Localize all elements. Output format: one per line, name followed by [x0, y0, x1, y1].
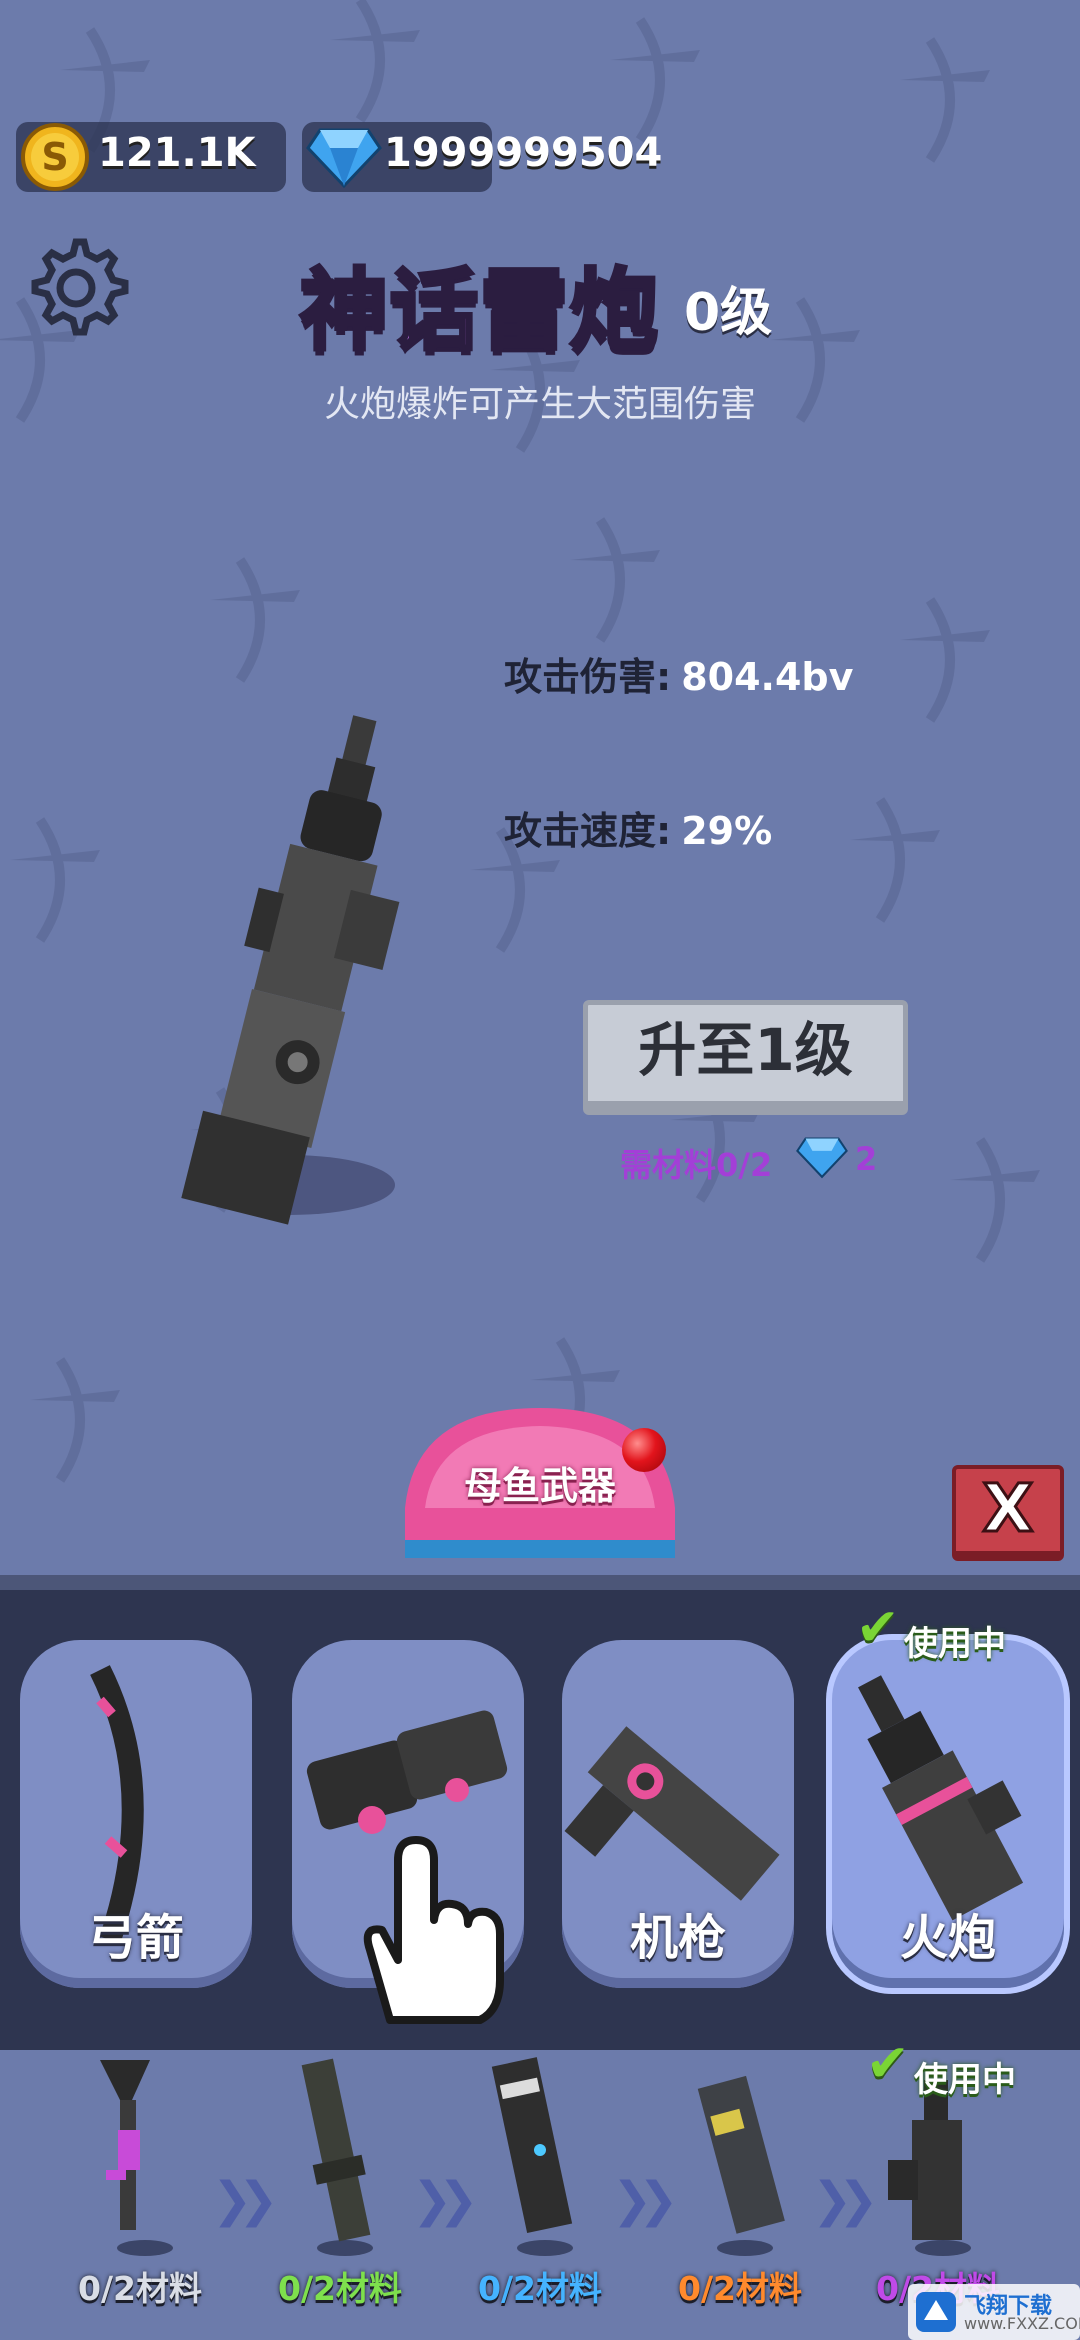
category-machine-gun[interactable]: 机枪: [562, 1640, 794, 1988]
category-label: 火炮: [899, 1910, 996, 1966]
stat-value: 804.4bv: [681, 655, 854, 699]
tier-arrow-icon: ❯❯: [412, 2172, 479, 2228]
cannon-weapon-model: [181, 715, 400, 1225]
checkmark-icon: ✔: [856, 1598, 900, 1658]
in-use-badge: 使用中: [914, 2060, 1016, 2100]
tier-weapon-4: [697, 2075, 785, 2256]
notification-dot: [622, 1428, 666, 1472]
gem-counter: 1999999504: [302, 122, 662, 192]
weapon-level: 0级: [684, 283, 773, 343]
in-use-badge: 使用中: [904, 1624, 1006, 1664]
upgrade-button[interactable]: 升至1级: [583, 1000, 908, 1115]
tier-material-label: 0/2材料: [678, 2269, 802, 2308]
tier-material-label: 0/2材料: [78, 2269, 202, 2308]
tier-arrow-icon: ❯❯: [612, 2172, 679, 2228]
stat-label: 攻击伤害:: [504, 655, 672, 699]
watermark-url: www.FXXZ.COM: [964, 2314, 1080, 2333]
coin-counter: S 121.1K: [16, 122, 286, 192]
pointer-hand-icon: [363, 1836, 504, 2024]
stat-attack-speed: 攻击速度: 29%: [504, 800, 772, 855]
tier-arrow-icon: ❯❯: [212, 2172, 279, 2228]
watermark: 飞翔下载 www.FXXZ.COM: [908, 2284, 1080, 2340]
category-label: 弓箭: [87, 1910, 184, 1966]
stat-attack-damage: 攻击伤害: 804.4bv: [504, 646, 853, 701]
tier-weapon-1: [100, 2060, 173, 2256]
tier-weapon-2: [301, 2058, 373, 2256]
gem-cost: 2: [855, 1140, 878, 1178]
checkmark-icon: ✔: [866, 2034, 910, 2094]
tier-material-label: 0/2材料: [478, 2269, 602, 2308]
tier-arrow-icon: ❯❯: [812, 2172, 879, 2228]
material-requirement: 需材料0/2: [620, 1146, 773, 1184]
close-icon: X: [981, 1470, 1035, 1547]
tier-material-label: 0/2材料: [278, 2269, 402, 2308]
diamond-icon: [796, 1137, 848, 1179]
background-pattern: [0, 0, 1080, 1580]
coin-amount: 121.1K: [98, 130, 256, 176]
category-bow[interactable]: 弓箭: [20, 1640, 252, 1988]
category-label: 机枪: [629, 1910, 726, 1966]
weapon-name: 神话雷炮: [298, 257, 661, 364]
gem-amount: 1999999504: [384, 130, 663, 176]
category-cannon[interactable]: 火炮: [832, 1640, 1064, 1988]
weapon-description: 火炮爆炸可产生大范围伤害: [323, 384, 756, 425]
watermark-logo-icon: [916, 2292, 956, 2332]
tier-weapon-3: [491, 2057, 573, 2256]
close-button[interactable]: X: [952, 1465, 1064, 1561]
stat-value: 29%: [681, 809, 773, 853]
diamond-icon: [306, 128, 382, 189]
stat-label: 攻击速度:: [504, 809, 672, 853]
coin-icon: S: [21, 123, 89, 191]
settings-gear-icon[interactable]: [24, 232, 136, 344]
svg-text:S: S: [41, 135, 68, 179]
